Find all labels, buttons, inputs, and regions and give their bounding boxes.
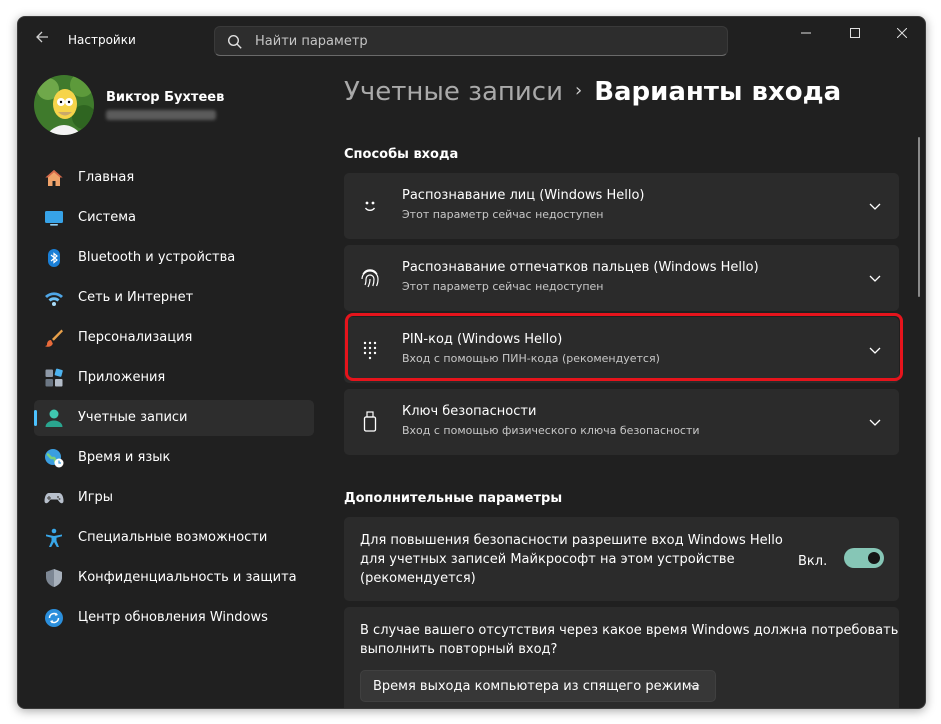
usb-key-icon [358, 410, 382, 434]
main-content: Учетные записи › Варианты входа Способы вх… [344, 65, 925, 708]
back-button[interactable] [32, 29, 52, 49]
breadcrumb: Учетные записи › Варианты входа [344, 77, 841, 107]
gamepad-icon [44, 488, 64, 508]
bluetooth-icon [44, 248, 64, 268]
minimize-icon [801, 32, 811, 34]
update-icon [44, 608, 64, 628]
nav-item-accessibility[interactable]: Специальные возможности [34, 520, 314, 556]
dropdown-value: Время выхода компьютера из спящего режим… [373, 679, 700, 694]
nav-item-accounts[interactable]: Учетные записи [34, 400, 314, 436]
face-icon [358, 194, 382, 218]
fingerprint-icon [358, 266, 382, 290]
settings-window: Настройки Найти параметр Виктор Бухтеев … [17, 16, 926, 709]
avatar[interactable] [34, 75, 94, 135]
home-icon [44, 168, 64, 188]
chevron-down-icon [690, 684, 700, 690]
nav-item-privacy[interactable]: Конфиденциальность и защита [34, 560, 314, 596]
app-title: Настройки [68, 33, 136, 47]
page-title: Варианты входа [594, 77, 842, 107]
nav-item-windows-update[interactable]: Центр обновления Windows [34, 600, 314, 636]
search-placeholder: Найти параметр [255, 34, 368, 49]
breadcrumb-parent[interactable]: Учетные записи [344, 77, 563, 107]
nav-list: Главная Система Bluetooth и устройства С… [34, 160, 314, 640]
nav-item-network[interactable]: Сеть и Интернет [34, 280, 314, 316]
nav-item-time-language[interactable]: Время и язык [34, 440, 314, 476]
chevron-down-icon [869, 203, 881, 210]
nav-item-gaming[interactable]: Игры [34, 480, 314, 516]
sidebar: Виктор Бухтеев Главная Система Bluetooth… [18, 65, 328, 708]
active-indicator [34, 410, 37, 426]
close-button[interactable] [879, 17, 925, 49]
nav-item-personalization[interactable]: Персонализация [34, 320, 314, 356]
accessibility-icon [44, 528, 64, 548]
brush-icon [44, 328, 64, 348]
search-icon [227, 34, 242, 49]
title-bar: Настройки Найти параметр [18, 17, 925, 65]
search-box[interactable]: Найти параметр [214, 26, 728, 56]
hello-only-setting: Для повышения безопасности разрешите вхо… [344, 517, 899, 601]
shield-icon [44, 568, 64, 588]
maximize-button[interactable] [832, 17, 878, 49]
hello-only-toggle[interactable] [844, 548, 884, 568]
apps-icon [44, 368, 64, 388]
scrollbar[interactable] [918, 137, 920, 297]
user-email-blurred [106, 110, 216, 120]
breadcrumb-separator: › [574, 80, 583, 101]
chevron-down-icon [869, 419, 881, 426]
require-signin-dropdown[interactable]: Время выхода компьютера из спящего режим… [360, 670, 716, 702]
wifi-icon [44, 288, 64, 308]
user-name: Виктор Бухтеев [106, 90, 225, 105]
highlight-frame [345, 313, 903, 381]
maximize-icon [850, 28, 860, 38]
chevron-down-icon [869, 275, 881, 282]
signin-methods-header: Способы входа [344, 147, 459, 162]
require-signin-setting: В случае вашего отсутствия через какое в… [344, 607, 899, 708]
nav-item-apps[interactable]: Приложения [34, 360, 314, 396]
toggle-knob [868, 552, 880, 564]
monitor-icon [44, 208, 64, 228]
signin-option-fingerprint[interactable]: Распознавание отпечатков пальцев (Window… [344, 245, 899, 311]
nav-item-system[interactable]: Система [34, 200, 314, 236]
person-icon [44, 408, 64, 428]
back-arrow-icon [36, 31, 48, 43]
minimize-button[interactable] [783, 17, 829, 49]
nav-item-home[interactable]: Главная [34, 160, 314, 196]
signin-option-face[interactable]: Распознавание лиц (Windows Hello) Этот п… [344, 173, 899, 239]
signin-option-security-key[interactable]: Ключ безопасности Вход с помощью физичес… [344, 389, 899, 455]
close-icon [897, 28, 907, 38]
globe-icon [44, 448, 64, 468]
additional-settings-header: Дополнительные параметры [344, 491, 563, 506]
toggle-state-label: Вкл. [798, 554, 828, 569]
nav-item-bluetooth[interactable]: Bluetooth и устройства [34, 240, 314, 276]
